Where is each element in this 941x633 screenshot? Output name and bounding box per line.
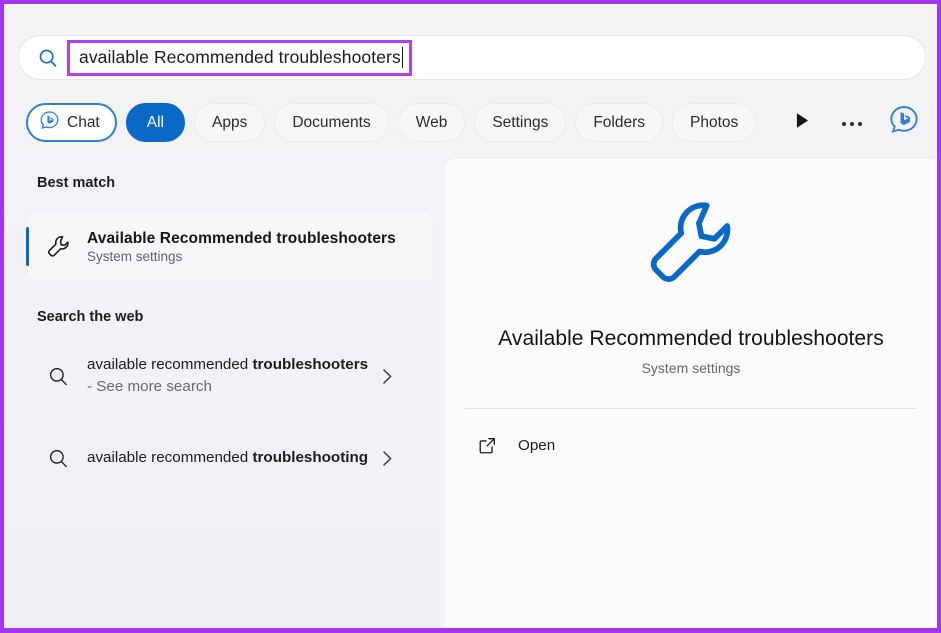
suggestion-bold: troubleshooting: [252, 449, 368, 466]
tab-folders-label: Folders: [593, 114, 645, 132]
suggestion-prefix: available recommended: [87, 356, 252, 373]
suggestion-prefix: available recommended: [87, 449, 252, 466]
chevron-right-icon: [372, 450, 402, 467]
tab-chat-label: Chat: [67, 114, 100, 132]
best-match-result[interactable]: Available Recommended troubleshooters Sy…: [28, 213, 432, 280]
web-suggestion-1-text: available recommended troubleshooters - …: [87, 354, 372, 397]
search-bar-inner[interactable]: available Recommended troubleshooters: [18, 35, 926, 80]
preview-content: Available Recommended troubleshooters Sy…: [445, 159, 937, 464]
open-action-label: Open: [518, 437, 555, 454]
tab-settings[interactable]: Settings: [474, 103, 566, 142]
preview-title: Available Recommended troubleshooters: [498, 327, 884, 351]
chevron-right-icon: [372, 368, 402, 385]
best-match-subtitle: System settings: [87, 249, 396, 264]
tab-web-label: Web: [416, 114, 448, 132]
best-match-title: Available Recommended troubleshooters: [87, 230, 396, 248]
external-link-icon: [470, 435, 504, 456]
best-match-header: Best match: [4, 175, 115, 191]
suggestion-suffix: - See more search: [87, 378, 212, 395]
wrench-icon: [41, 233, 75, 260]
tab-settings-label: Settings: [492, 114, 548, 132]
windows-search-flyout: available Recommended troubleshooters Ch…: [4, 4, 937, 628]
search-icon: [41, 365, 75, 388]
tab-apps-label: Apps: [212, 114, 247, 132]
bing-chat-button[interactable]: [888, 103, 920, 142]
tab-documents-label: Documents: [292, 114, 370, 132]
search-bar[interactable]: available Recommended troubleshooters: [18, 35, 926, 80]
tab-all[interactable]: All: [126, 103, 185, 142]
tab-all-label: All: [147, 114, 164, 132]
search-input[interactable]: available Recommended troubleshooters: [67, 40, 412, 76]
text-caret: [402, 47, 403, 68]
best-match-texts: Available Recommended troubleshooters Sy…: [87, 230, 396, 264]
search-icon: [35, 45, 61, 71]
bing-chat-icon: [888, 104, 920, 141]
web-suggestion-2[interactable]: available recommended troubleshooting: [28, 426, 432, 490]
tab-web[interactable]: Web: [398, 103, 466, 142]
more-filters-button[interactable]: [795, 103, 810, 142]
play-arrow-icon: [795, 112, 810, 134]
tab-apps[interactable]: Apps: [194, 103, 265, 142]
tab-photos[interactable]: Photos: [672, 103, 756, 142]
wrench-icon: [640, 192, 742, 299]
results-pane: Best match Available Recommended trouble…: [4, 154, 441, 628]
selection-accent-bar: [26, 227, 29, 266]
suggestion-bold: troubleshooters: [252, 356, 368, 373]
tab-photos-label: Photos: [690, 114, 738, 132]
tab-documents[interactable]: Documents: [274, 103, 388, 142]
bing-chat-icon: [39, 110, 60, 136]
search-the-web-header: Search the web: [4, 309, 143, 325]
web-suggestion-1[interactable]: available recommended troubleshooters - …: [28, 344, 432, 408]
ellipsis-icon: [841, 114, 863, 132]
preview-subtitle: System settings: [642, 360, 741, 376]
preview-pane: Available Recommended troubleshooters Sy…: [445, 159, 937, 628]
open-action-button[interactable]: Open: [465, 426, 917, 464]
tab-folders[interactable]: Folders: [575, 103, 663, 142]
search-input-value: available Recommended troubleshooters: [79, 47, 401, 68]
tab-chat[interactable]: Chat: [26, 103, 117, 142]
filter-tabs: Chat All Apps Documents Web Settings Fol…: [26, 103, 916, 142]
preview-divider: [465, 408, 917, 409]
search-icon: [41, 447, 75, 470]
web-suggestion-2-text: available recommended troubleshooting: [87, 447, 372, 469]
overflow-menu-button[interactable]: [841, 103, 863, 142]
